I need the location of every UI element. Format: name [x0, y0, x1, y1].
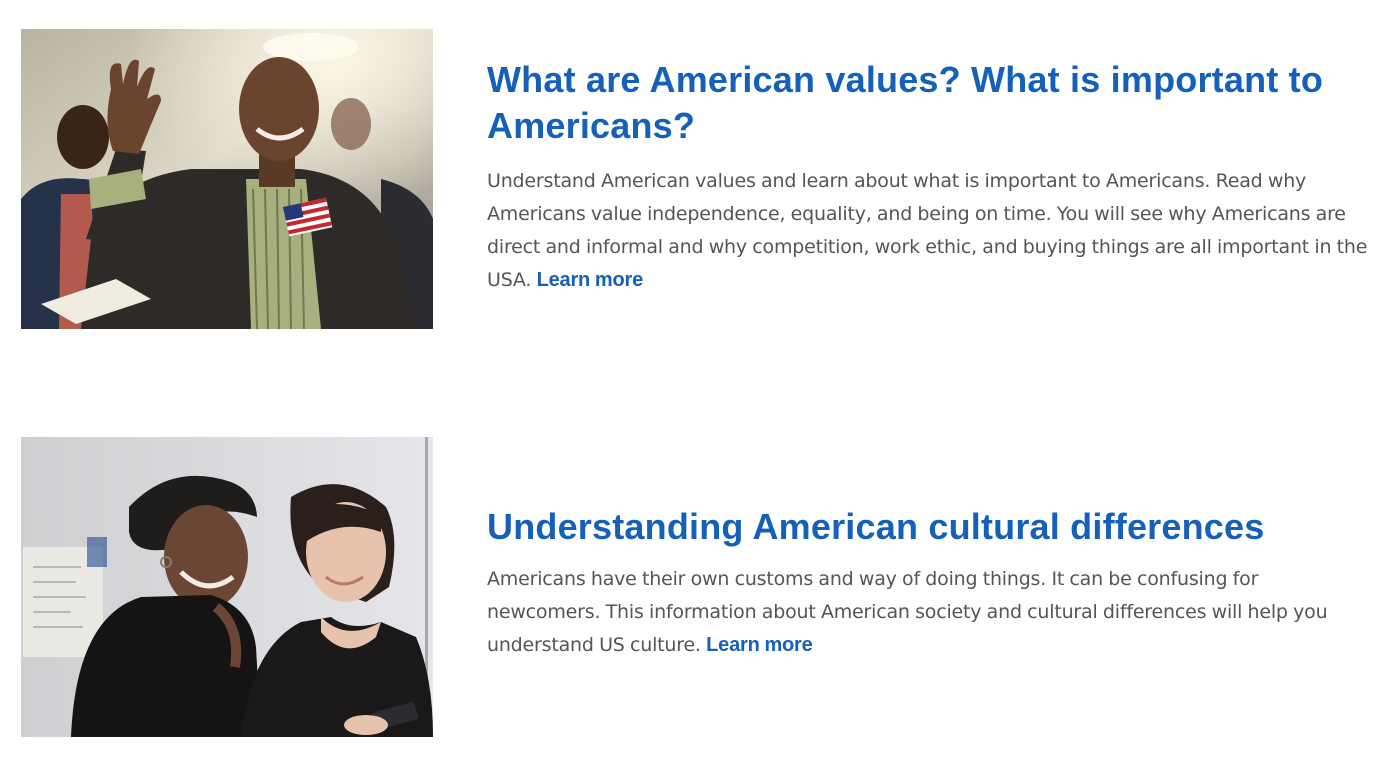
article-description-text: Americans have their own customs and way…: [487, 568, 1328, 656]
article-card-cultural-differences: Understanding American cultural differen…: [21, 437, 1371, 737]
article-description: Understand American values and learn abo…: [487, 165, 1371, 297]
article-content: Understanding American cultural differen…: [487, 504, 1371, 662]
article-title[interactable]: Understanding American cultural differen…: [487, 504, 1371, 550]
photo-man-raising-hand-image: [21, 29, 433, 329]
learn-more-link[interactable]: Learn more: [706, 634, 813, 656]
photo-two-women-image: [21, 437, 433, 737]
page: What are American values? What is import…: [0, 0, 1391, 769]
article-description: Americans have their own customs and way…: [487, 563, 1371, 662]
article-content: What are American values? What is import…: [487, 57, 1371, 297]
learn-more-link[interactable]: Learn more: [537, 269, 644, 291]
article-title[interactable]: What are American values? What is import…: [487, 57, 1371, 149]
article-image-link[interactable]: [21, 29, 433, 329]
article-card-american-values: What are American values? What is import…: [21, 29, 1371, 329]
article-image-link[interactable]: [21, 437, 433, 737]
